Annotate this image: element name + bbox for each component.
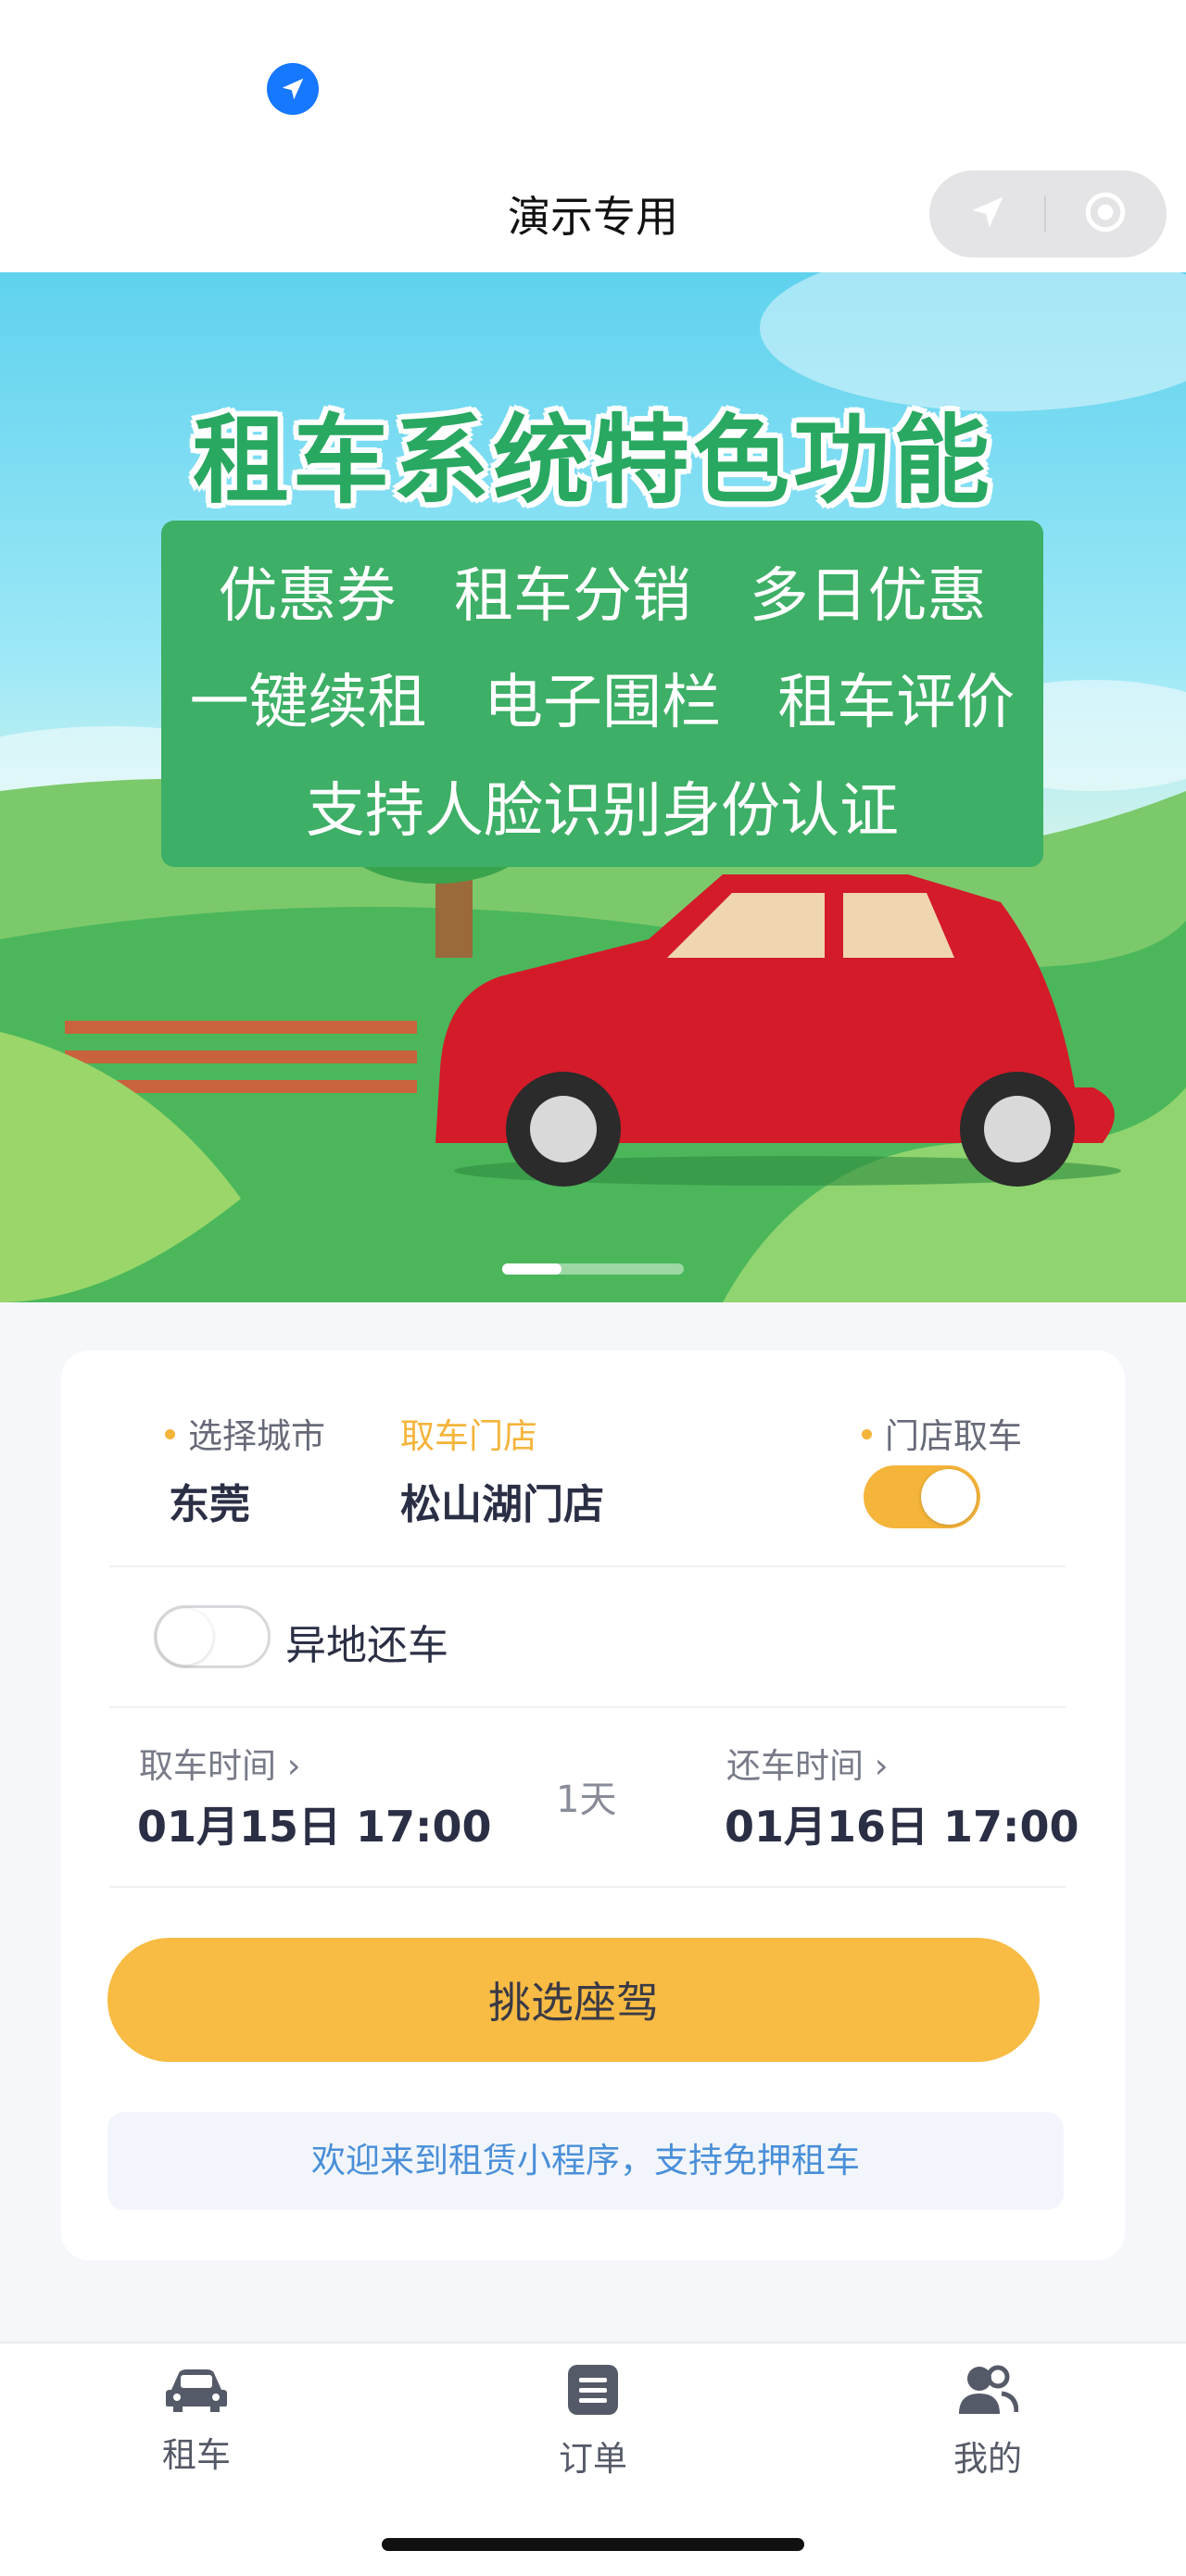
- profile-icon: [957, 2365, 1019, 2421]
- tab-label: 我的: [953, 2439, 1022, 2479]
- tab-label: 租车: [162, 2435, 231, 2475]
- store-selector[interactable]: 松山湖门店: [400, 1471, 604, 1530]
- carousel-indicator-active: [502, 1263, 561, 1275]
- remote-return-toggle[interactable]: [154, 1605, 271, 1668]
- welcome-notice: 欢迎来到租赁小程序，支持免押租车: [107, 2112, 1064, 2210]
- car-icon: [164, 2369, 229, 2418]
- tab-profile[interactable]: 我的: [895, 2362, 1080, 2481]
- city-selector[interactable]: 东莞: [169, 1471, 250, 1530]
- toggle-knob: [921, 1469, 977, 1525]
- feature-item: 支持人脸识别身份认证: [306, 777, 899, 846]
- divider: [109, 1886, 1066, 1888]
- divider: [109, 1706, 1066, 1708]
- booking-card: 选择城市 东莞 取车门店 松山湖门店 门店取车 异地还车 取车时间 › 01月1…: [61, 1351, 1125, 2260]
- nav-bar: 演示专用: [0, 157, 1186, 272]
- feature-item: 一键续租: [189, 669, 427, 737]
- promo-banner[interactable]: 租车系统特色功能 优惠券 租车分销 多日优惠 一键续租 电子围栏 租车评价 支持…: [0, 272, 1186, 1302]
- feature-item: 电子围栏: [483, 669, 721, 737]
- feature-item: 租车分销: [453, 562, 691, 631]
- feature-row: 支持人脸识别身份认证: [161, 763, 1043, 848]
- city-label: 选择城市: [165, 1408, 325, 1458]
- carousel-indicator[interactable]: [502, 1263, 684, 1275]
- pickup-time-value: 01月15日 17:00: [137, 1802, 492, 1852]
- tab-orders[interactable]: 订单: [500, 2362, 686, 2481]
- location-share-icon[interactable]: [967, 192, 1008, 236]
- orders-icon: [565, 2365, 621, 2421]
- chevron-right-icon: ›: [286, 1746, 301, 1786]
- pickup-time-label: 取车时间 ›: [139, 1746, 301, 1786]
- mini-program-capsule[interactable]: [929, 170, 1167, 258]
- bullet-dot: [862, 1429, 872, 1439]
- capsule-divider: [1043, 195, 1046, 232]
- home-indicator[interactable]: [382, 2538, 804, 2551]
- banner-headline: 租车系统特色功能: [192, 404, 993, 517]
- close-target-icon[interactable]: [1082, 189, 1129, 239]
- feature-item: 多日优惠: [749, 562, 987, 631]
- location-arrow-icon: [267, 63, 319, 115]
- feature-item: 租车评价: [777, 669, 1016, 737]
- feature-row: 一键续租 电子围栏 租车评价: [161, 655, 1043, 740]
- feature-row: 优惠券 租车分销 多日优惠: [161, 548, 1043, 634]
- status-bar: [0, 0, 1186, 157]
- store-pickup-label: 门店取车: [862, 1408, 1022, 1458]
- remote-return-label: 异地还车: [285, 1622, 448, 1669]
- toggle-knob: [158, 1609, 213, 1665]
- return-time-value: 01月16日 17:00: [725, 1802, 1079, 1852]
- select-car-button[interactable]: 挑选座驾: [107, 1938, 1040, 2062]
- divider: [109, 1565, 1066, 1567]
- tab-rent-car[interactable]: 租车: [104, 2362, 289, 2477]
- feature-item: 优惠券: [218, 562, 397, 631]
- store-pickup-toggle[interactable]: [864, 1465, 980, 1528]
- rental-duration: 1天: [556, 1778, 617, 1821]
- tab-label: 订单: [559, 2439, 627, 2479]
- store-label: 取车门店: [400, 1416, 537, 1456]
- bullet-dot: [165, 1429, 175, 1439]
- chevron-right-icon: ›: [874, 1746, 889, 1786]
- feature-list-box: 优惠券 租车分销 多日优惠 一键续租 电子围栏 租车评价 支持人脸识别身份认证: [161, 521, 1043, 867]
- return-time-label: 还车时间 ›: [726, 1746, 889, 1786]
